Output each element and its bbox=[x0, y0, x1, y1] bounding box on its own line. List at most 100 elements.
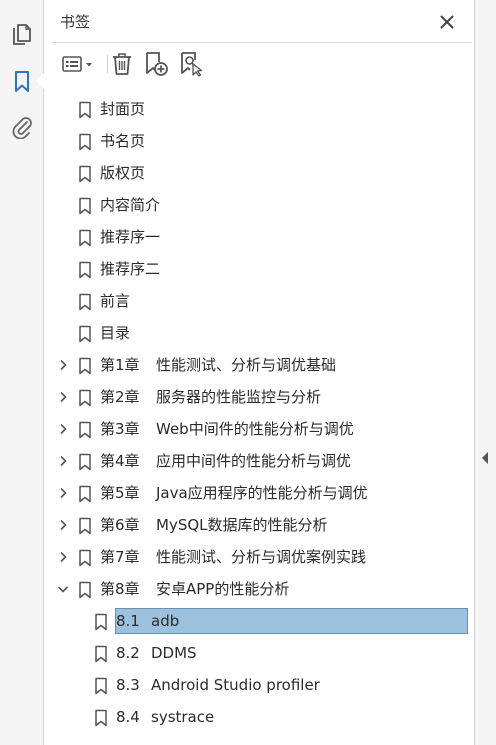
chevron-right-icon[interactable] bbox=[56, 486, 70, 500]
bookmark-title: 性能测试、分析与调优案例实践 bbox=[156, 548, 367, 566]
bookmark-title: 书名页 bbox=[100, 132, 146, 150]
attachments-button[interactable] bbox=[6, 111, 38, 143]
bookmark-title: Android Studio profiler bbox=[151, 676, 320, 694]
bookmark-item[interactable]: 8.3 Android Studio profiler bbox=[44, 669, 474, 701]
chevron-right-icon[interactable] bbox=[56, 358, 70, 372]
panel-title: 书签 bbox=[60, 13, 91, 31]
bookmark-item[interactable]: 推荐序一 bbox=[44, 221, 474, 253]
bookmark-icon bbox=[79, 261, 91, 279]
pages-button[interactable] bbox=[6, 19, 38, 51]
bookmark-icon bbox=[79, 453, 91, 471]
bookmark-number: 8.1 bbox=[116, 612, 140, 630]
bookmarks-button[interactable] bbox=[6, 66, 38, 98]
chevron-right-icon[interactable] bbox=[56, 518, 70, 532]
options-dropdown-button[interactable] bbox=[58, 50, 98, 78]
header-divider bbox=[52, 42, 472, 43]
bookmark-item[interactable]: 内容简介 bbox=[44, 189, 474, 221]
bookmark-icon bbox=[95, 709, 107, 727]
bookmark-title: 封面页 bbox=[100, 100, 146, 118]
bookmarks-toolbar bbox=[44, 44, 474, 84]
bookmark-label: 第2章 服务器的性能监控与分析 bbox=[100, 387, 321, 407]
bookmark-label: 书名页 bbox=[100, 131, 145, 151]
bookmark-item[interactable]: 8.2 DDMS bbox=[44, 637, 474, 669]
toolbar-divider bbox=[107, 55, 108, 73]
bookmark-title: 安卓APP的性能分析 bbox=[156, 580, 290, 598]
bookmark-label: 内容简介 bbox=[100, 195, 160, 215]
bookmark-item[interactable]: 推荐序二 bbox=[44, 253, 474, 285]
bookmark-icon bbox=[79, 581, 91, 599]
bookmark-item[interactable]: 第1章 性能测试、分析与调优基础 bbox=[44, 349, 474, 381]
bookmark-icon bbox=[79, 101, 91, 119]
bookmark-title: adb bbox=[151, 612, 180, 630]
active-tab-indicator bbox=[36, 73, 44, 89]
bookmark-title: 前言 bbox=[100, 292, 131, 310]
chevron-right-icon[interactable] bbox=[56, 390, 70, 404]
bookmark-icon bbox=[79, 197, 91, 215]
bookmark-number: 第8章 bbox=[100, 580, 140, 598]
bookmark-icon bbox=[79, 325, 91, 343]
bookmark-number: 第5章 bbox=[100, 484, 140, 502]
find-bookmark-icon bbox=[181, 52, 203, 77]
bookmark-title: 目录 bbox=[100, 324, 131, 342]
bookmark-item[interactable]: 第5章 Java应用程序的性能分析与调优 bbox=[44, 477, 474, 509]
bookmark-title: Java应用程序的性能分析与调优 bbox=[156, 484, 368, 502]
bookmark-icon bbox=[79, 549, 91, 567]
bookmark-item[interactable]: 第3章 Web中间件的性能分析与调优 bbox=[44, 413, 474, 445]
bookmark-label: 第5章 Java应用程序的性能分析与调优 bbox=[100, 483, 368, 503]
bookmark-number: 8.4 bbox=[116, 708, 140, 726]
chevron-right-icon[interactable] bbox=[56, 550, 70, 564]
panel-splitter[interactable] bbox=[474, 0, 496, 745]
bookmark-label: 推荐序二 bbox=[100, 259, 160, 279]
chevron-right-icon[interactable] bbox=[56, 454, 70, 468]
bookmark-label: 封面页 bbox=[100, 99, 145, 119]
bookmark-icon bbox=[79, 133, 91, 151]
bookmark-icon bbox=[15, 71, 29, 92]
bookmark-item[interactable]: 8.1 adb bbox=[44, 605, 474, 637]
bookmark-title: Web中间件的性能分析与调优 bbox=[156, 420, 354, 438]
bookmark-number: 第6章 bbox=[100, 516, 140, 534]
bookmark-number: 第2章 bbox=[100, 388, 140, 406]
attachment-icon bbox=[12, 117, 32, 139]
bookmark-item[interactable]: 前言 bbox=[44, 285, 474, 317]
bookmark-icon bbox=[95, 613, 107, 631]
options-icon bbox=[62, 56, 92, 72]
trash-icon bbox=[113, 53, 131, 75]
bookmark-icon bbox=[79, 165, 91, 183]
bookmark-label: 目录 bbox=[100, 323, 130, 343]
delete-bookmark-button[interactable] bbox=[110, 50, 134, 78]
close-button[interactable] bbox=[436, 11, 458, 33]
bookmark-icon bbox=[79, 421, 91, 439]
bookmark-icon bbox=[95, 645, 107, 663]
new-bookmark-button[interactable] bbox=[143, 50, 169, 78]
bookmark-label: 版权页 bbox=[100, 163, 145, 183]
bookmark-item[interactable]: 第8章 安卓APP的性能分析 bbox=[44, 573, 474, 605]
chevron-right-icon[interactable] bbox=[56, 422, 70, 436]
bookmark-title: 应用中间件的性能分析与调优 bbox=[156, 452, 352, 470]
chevron-down-icon[interactable] bbox=[56, 582, 70, 596]
bookmark-item[interactable]: 封面页 bbox=[44, 93, 474, 125]
bookmark-item[interactable]: 第6章 MySQL数据库的性能分析 bbox=[44, 509, 474, 541]
bookmark-title: MySQL数据库的性能分析 bbox=[156, 516, 328, 534]
collapse-arrow-icon[interactable] bbox=[482, 452, 488, 464]
bookmark-item[interactable]: 版权页 bbox=[44, 157, 474, 189]
bookmark-label: 第4章 应用中间件的性能分析与调优 bbox=[100, 451, 351, 471]
bookmark-item[interactable]: 目录 bbox=[44, 317, 474, 349]
bookmark-label: 前言 bbox=[100, 291, 130, 311]
bookmark-title: systrace bbox=[151, 708, 215, 726]
bookmark-item[interactable]: 8.4 systrace bbox=[44, 701, 474, 733]
bookmark-item[interactable]: 第2章 服务器的性能监控与分析 bbox=[44, 381, 474, 413]
bookmark-item[interactable]: 第4章 应用中间件的性能分析与调优 bbox=[44, 445, 474, 477]
bookmark-icon bbox=[95, 677, 107, 695]
bookmark-label: 第7章 性能测试、分析与调优案例实践 bbox=[100, 547, 366, 567]
bookmark-number: 8.3 bbox=[116, 676, 140, 694]
bookmark-icon bbox=[79, 357, 91, 375]
bookmark-title: 服务器的性能监控与分析 bbox=[156, 388, 322, 406]
bookmark-number: 第7章 bbox=[100, 548, 140, 566]
bookmark-label: 第6章 MySQL数据库的性能分析 bbox=[100, 515, 328, 535]
bookmark-item[interactable]: 书名页 bbox=[44, 125, 474, 157]
bookmark-title: 版权页 bbox=[100, 164, 146, 182]
bookmark-item[interactable]: 第7章 性能测试、分析与调优案例实践 bbox=[44, 541, 474, 573]
bookmark-icon bbox=[79, 485, 91, 503]
find-bookmark-button[interactable] bbox=[178, 50, 204, 78]
bookmark-label: 第1章 性能测试、分析与调优基础 bbox=[100, 355, 336, 375]
